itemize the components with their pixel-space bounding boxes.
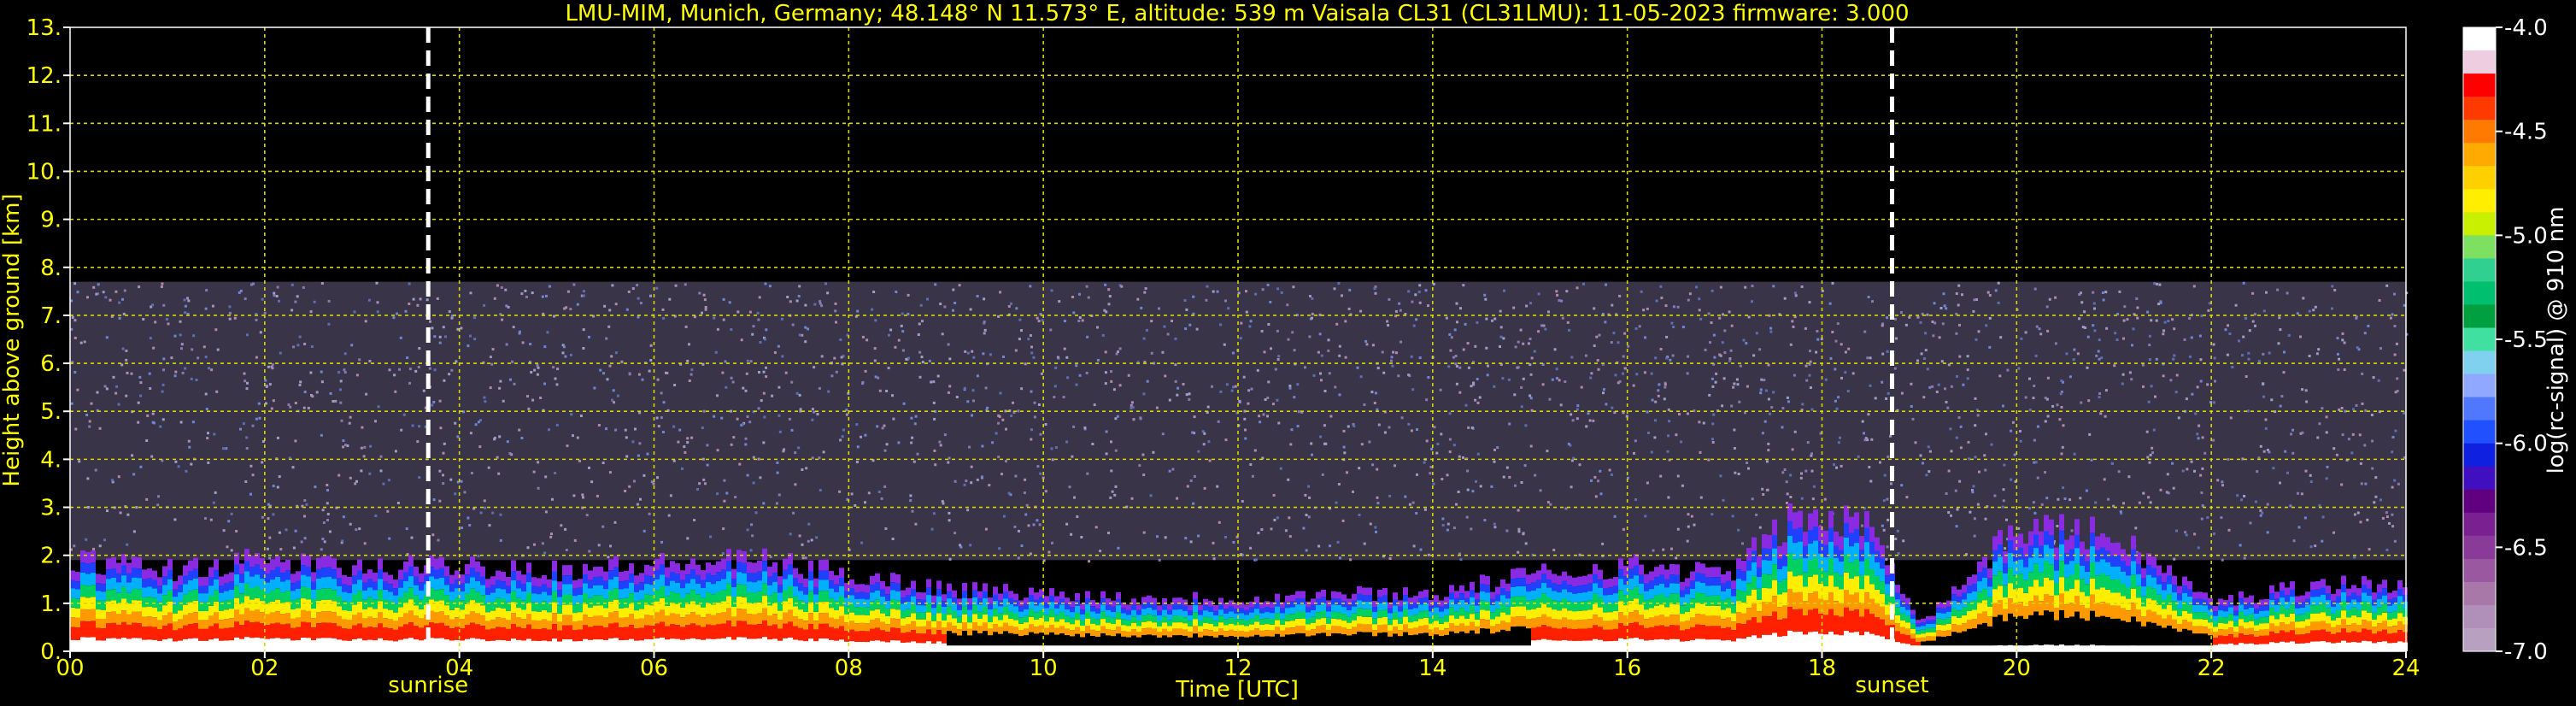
x-tick-label: 20 (2003, 656, 2031, 681)
sun-marker-label: sunset (1855, 673, 1928, 698)
y-tick-label: 11. (26, 111, 62, 137)
backscatter-heatmap (70, 27, 2409, 651)
colorbar-segment (2463, 166, 2496, 190)
x-axis-label: Time [UTC] (1175, 677, 1299, 703)
colorbar-tick-label: -5.5 (2504, 327, 2548, 353)
x-tick-label: 08 (835, 656, 863, 681)
x-tick-label: 22 (2198, 656, 2226, 681)
y-tick-label: 5. (40, 399, 62, 425)
ceilometer-chart: sunrise sunset 00 02 04 06 08 10 12 14 16 18 20 22 24… (0, 0, 2576, 706)
colorbar-label: log(rc-signal) @ 910 nm (2544, 207, 2569, 474)
colorbar-segment (2463, 535, 2496, 560)
colorbar-segment (2463, 189, 2496, 213)
colorbar-segment (2463, 143, 2496, 167)
chart-title: LMU-MIM, Munich, Germany; 48.148° N 11.5… (565, 1, 1909, 26)
colorbar-segment (2463, 235, 2496, 259)
colorbar-segment (2463, 466, 2496, 491)
colorbar-segment (2463, 374, 2496, 398)
y-tick-label: 7. (40, 303, 62, 329)
x-tick-label: 24 (2391, 656, 2420, 681)
x-tick-label: 18 (1808, 656, 1836, 681)
y-tick-label: 9. (40, 208, 62, 233)
y-tick-label: 1. (40, 591, 62, 617)
y-tick-label: 10. (26, 159, 62, 185)
colorbar-segment (2463, 443, 2496, 468)
colorbar-segment (2463, 327, 2496, 352)
colorbar-tick-label: -6.0 (2504, 432, 2548, 457)
y-tick-label: 3. (40, 496, 62, 521)
x-tick-label: 04 (445, 656, 473, 681)
x-tick-label: 16 (1613, 656, 1641, 681)
x-tick-label: 10 (1030, 656, 1058, 681)
y-tick-label: 6. (40, 351, 62, 377)
colorbar-tick-label: -4.0 (2504, 15, 2548, 41)
x-tick-label: 06 (640, 656, 668, 681)
colorbar-segment (2463, 420, 2496, 444)
x-tick-label: 02 (250, 656, 279, 681)
y-tick-label: 8. (40, 256, 62, 281)
y-tick-label: 0. (40, 639, 62, 665)
y-tick-label: 12. (26, 63, 62, 89)
colorbar-segment (2463, 558, 2496, 583)
colorbar-segment (2463, 628, 2496, 652)
colorbar-segment (2463, 350, 2496, 375)
colorbar-segment (2463, 50, 2496, 74)
colorbar-segment (2463, 258, 2496, 282)
colorbar-segment (2463, 512, 2496, 537)
y-axis-label: Height above ground [km] (0, 193, 25, 486)
colorbar-segment (2463, 120, 2496, 144)
y-tick-label: 4. (40, 447, 62, 473)
colorbar-segment (2463, 97, 2496, 121)
x-tick-label: 14 (1418, 656, 1446, 681)
y-tick-label: 13. (26, 15, 62, 41)
colorbar-tick-label: -5.0 (2504, 223, 2548, 249)
colorbar-tick-label: -4.5 (2504, 120, 2548, 145)
colorbar-segment (2463, 27, 2496, 51)
colorbar-segment (2463, 581, 2496, 606)
y-tick-label: 2. (40, 544, 62, 569)
colorbar-segment (2463, 489, 2496, 514)
colorbar-segment (2463, 397, 2496, 421)
colorbar-segment (2463, 304, 2496, 328)
colorbar-segment (2463, 74, 2496, 97)
colorbar-segment (2463, 604, 2496, 629)
colorbar-segment (2463, 281, 2496, 305)
colorbar-tick-label: -6.5 (2504, 535, 2548, 561)
colorbar-tick-label: -7.0 (2504, 639, 2548, 665)
colorbar-segment (2463, 212, 2496, 236)
